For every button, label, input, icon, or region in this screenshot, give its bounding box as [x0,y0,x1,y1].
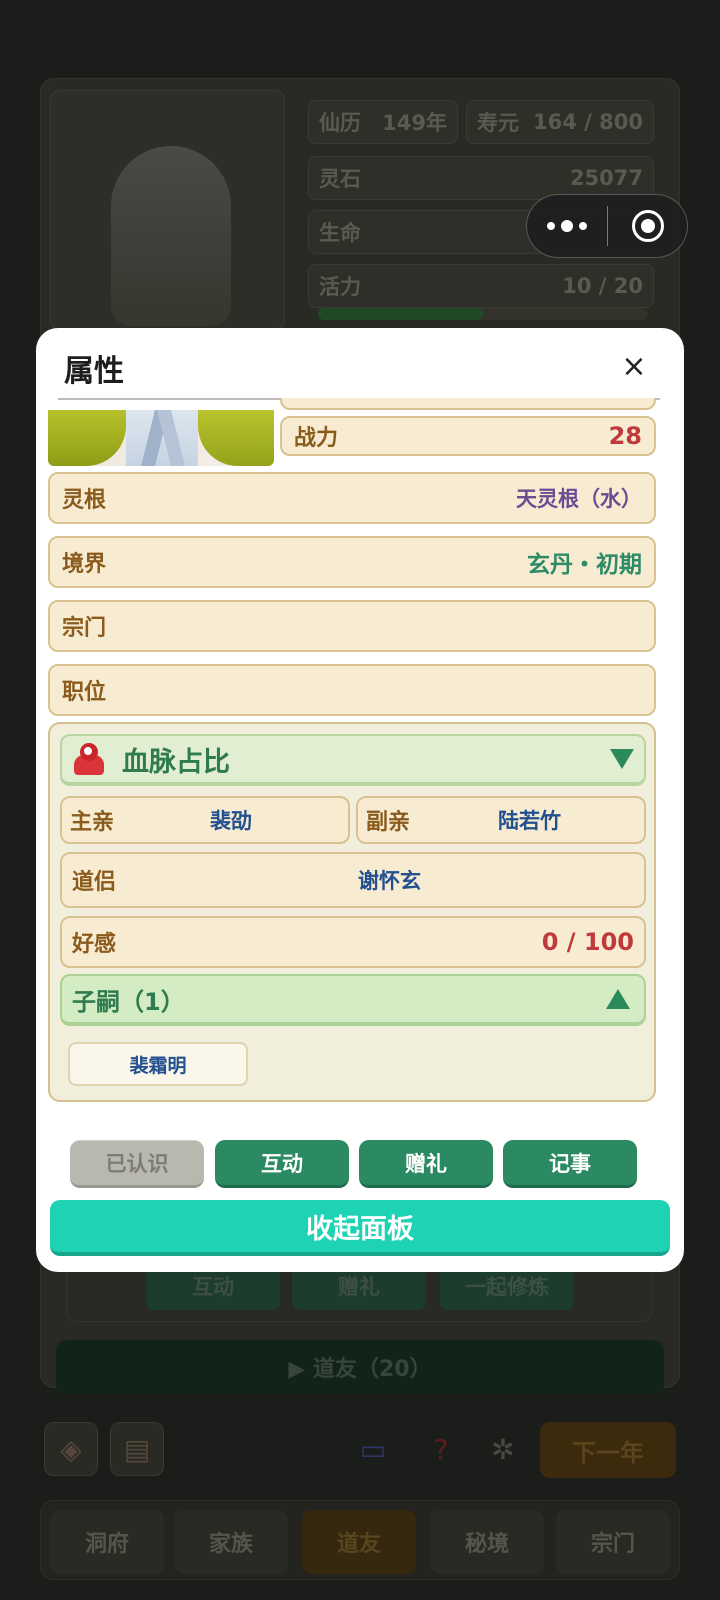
life-label: 生命 [319,221,361,245]
affection-label: 好感 [72,932,117,957]
spirit-root-value: 天灵根（水） [516,487,642,511]
gear-icon[interactable]: ✲ [476,1422,530,1476]
chevron-down-icon [610,749,634,769]
vitality-value: 10 / 20 [562,274,643,298]
miniprogram-capsule [526,194,688,258]
spirit-stone-value: 25077 [569,166,643,190]
children-title: 子嗣（1） [72,987,185,1016]
lifespan-stat: 寿元 164 / 800 [466,100,654,144]
bag-icon[interactable]: ◈ [44,1422,98,1476]
power-row: 战力 28 [280,416,656,456]
cart-icon[interactable]: ▤ [110,1422,164,1476]
power-label: 战力 [294,426,339,451]
lifespan-label: 寿元 [477,111,519,135]
sect-label: 宗门 [62,616,107,641]
vitality-stat: 活力 10 / 20 [308,264,654,308]
vitality-bar [318,308,648,320]
position-row: 职位 [48,664,656,716]
affection-row: 好感 0 / 100 [60,916,646,968]
realm-label: 境界 [62,552,107,577]
spirit-root-label: 灵根 [62,488,107,513]
help-icon[interactable]: ? [414,1422,468,1476]
spirit-root-row: 灵根 天灵根（水） [48,472,656,524]
interact-button[interactable]: 互动 [215,1140,349,1188]
affection-value: 0 / 100 [541,928,634,956]
known-button: 已认识 [70,1140,204,1188]
record-button[interactable]: 记事 [503,1140,637,1188]
tab-sect[interactable]: 宗门 [556,1510,670,1574]
more-icon[interactable] [527,195,607,257]
character-figure [111,146,231,326]
lifespan-value: 164 / 800 [533,110,643,134]
character-portrait [48,410,274,466]
bloodline-title: 血脉占比 [122,746,230,778]
realm-row: 境界 玄丹・初期 [48,536,656,588]
calendar-value: 149年 [382,111,447,135]
background-portrait [50,90,285,330]
sub-parent-value[interactable]: 陆若竹 [498,805,561,835]
exit-icon[interactable] [608,195,687,257]
spirit-stone-label: 灵石 [319,167,361,191]
main-parent-value[interactable]: 裴劭 [210,805,252,835]
main-parent-label: 主亲 [70,810,115,835]
vitality-bar-fill [318,308,483,320]
sub-parent-label: 副亲 [366,810,411,835]
position-label: 职位 [62,680,107,705]
tab-secret-realm[interactable]: 秘境 [430,1510,544,1574]
realm-value: 玄丹・初期 [527,552,642,578]
tab-friends[interactable]: 道友 [302,1510,416,1574]
collapse-panel-button[interactable]: 收起面板 [50,1200,670,1256]
partner-value[interactable]: 谢怀玄 [358,865,421,895]
chevron-up-icon [606,989,630,1009]
power-value: 28 [608,422,642,450]
sub-parent-row: 副亲 陆若竹 [356,796,646,844]
partner-label: 道侣 [72,870,117,895]
clipped-stat-row [280,398,656,410]
calendar-label: 仙历 [319,111,361,135]
bloodline-icon [72,741,108,777]
partner-row: 道侣 谢怀玄 [60,852,646,908]
calendar-stat: 仙历 149年 [308,100,458,144]
modal-title: 属性 [64,354,124,389]
attributes-modal: 属性 × 战力 28 灵根 天灵根（水） 境界 玄丹・初期 宗门 职位 血脉占比… [36,328,684,1272]
child-chip[interactable]: 裴霜明 [68,1042,248,1086]
next-year-button[interactable]: 下一年 [540,1422,676,1478]
friends-toggle-button[interactable]: ▶ 道友（20） [56,1340,664,1394]
bloodline-header[interactable]: 血脉占比 [60,734,646,786]
children-header[interactable]: 子嗣（1） [60,974,646,1026]
vitality-label: 活力 [319,275,361,299]
sect-row: 宗门 [48,600,656,652]
book-icon[interactable]: ▭ [346,1422,400,1476]
gift-button[interactable]: 赠礼 [359,1140,493,1188]
main-parent-row: 主亲 裴劭 [60,796,350,844]
bloodline-section: 血脉占比 主亲 裴劭 副亲 陆若竹 道侣 谢怀玄 好感 0 / 100 子嗣（1… [48,722,656,1102]
close-icon[interactable]: × [614,346,654,386]
tab-family[interactable]: 家族 [174,1510,288,1574]
tab-cave[interactable]: 洞府 [50,1510,164,1574]
